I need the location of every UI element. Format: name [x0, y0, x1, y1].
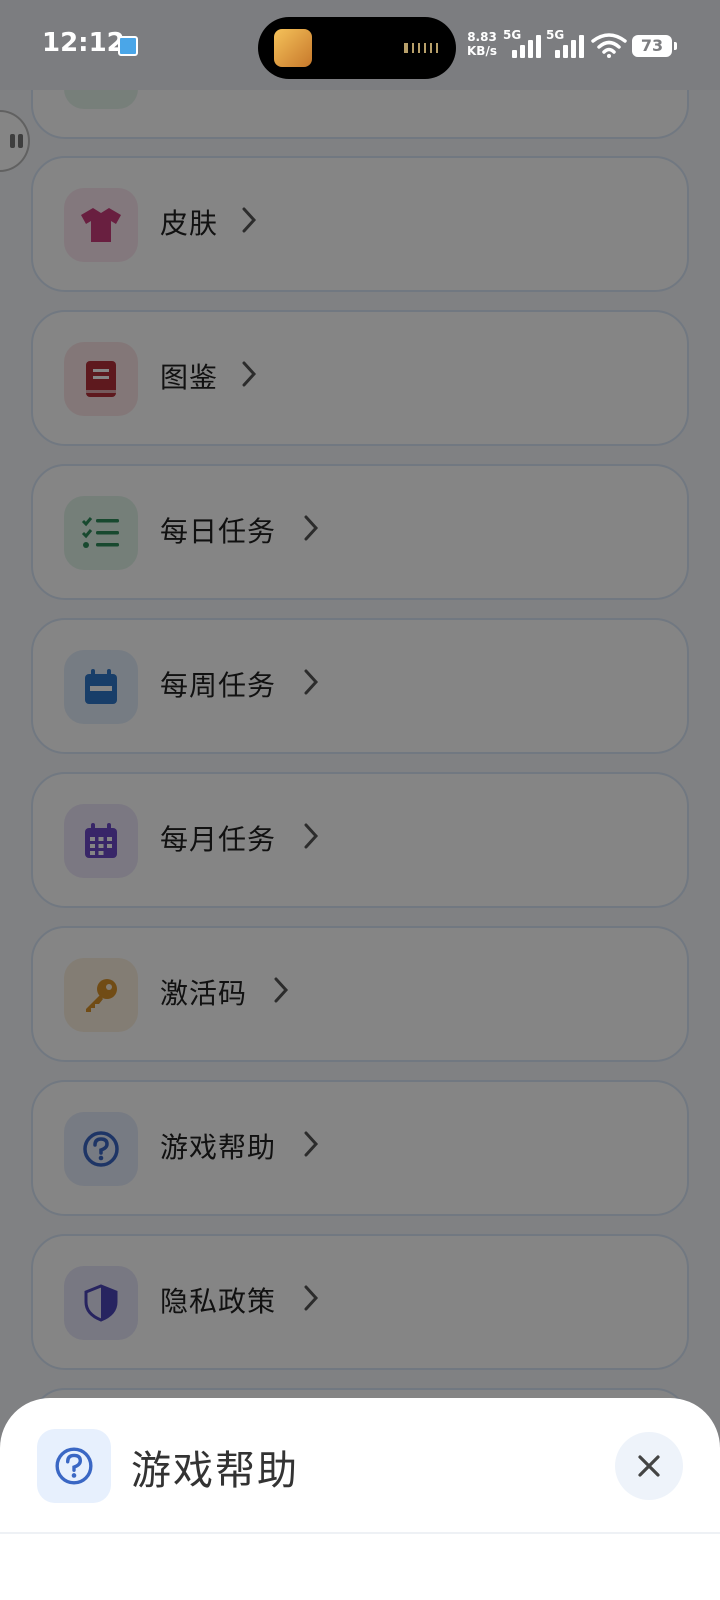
calendar-icon — [64, 650, 138, 724]
battery-indicator: 73 — [632, 35, 677, 57]
chevron-right-icon — [304, 1285, 319, 1311]
sheet-divider — [0, 1532, 720, 1534]
sheet-title: 游戏帮助 — [131, 1448, 299, 1494]
chevron-right-icon — [304, 1131, 319, 1157]
menu-item-activation-code[interactable]: 激活码 — [31, 926, 689, 1062]
menu-item-label: 隐私政策 — [160, 1285, 277, 1318]
menu-item-label: 每日任务 — [160, 515, 277, 548]
status-time: 12:12 — [42, 28, 125, 58]
notification-app-icon — [118, 36, 138, 56]
menu-item-label: 激活码 — [160, 977, 248, 1010]
menu-item-label: 皮肤 — [160, 207, 219, 240]
menu-item-privacy-policy[interactable]: 隐私政策 — [31, 1234, 689, 1370]
menu-item-label: 每月任务 — [160, 823, 277, 856]
status-bar: 12:12 8.83 KB/s 5G 5G 73 — [0, 0, 720, 90]
chevron-right-icon — [304, 669, 319, 695]
checklist-icon — [64, 496, 138, 570]
chevron-right-icon — [304, 823, 319, 849]
shield-icon — [64, 1266, 138, 1340]
menu-item-collection[interactable]: 图鉴 — [31, 310, 689, 446]
chevron-right-icon — [304, 515, 319, 541]
menu-item-daily-tasks[interactable]: 每日任务 — [31, 464, 689, 600]
menu-item-label: 图鉴 — [160, 361, 219, 394]
floating-handle[interactable] — [0, 110, 30, 172]
menu-item-monthly-tasks[interactable]: 每月任务 — [31, 772, 689, 908]
network-speed-value: 8.83 — [467, 30, 497, 44]
wifi-icon — [591, 33, 627, 58]
chevron-right-icon — [242, 361, 257, 387]
help-icon — [37, 1429, 111, 1503]
menu-item-weekly-tasks[interactable]: 每周任务 — [31, 618, 689, 754]
signal-bars-icon — [512, 34, 542, 58]
menu-list: 皮肤 图鉴 每日任务 每周任务 每月任务 激活码 游戏帮助 隐私政策 — [0, 0, 720, 1600]
chevron-right-icon — [242, 207, 257, 233]
close-button[interactable] — [615, 1432, 683, 1500]
signal-bars-icon — [555, 34, 585, 58]
audio-bars-icon — [404, 43, 438, 53]
help-icon — [64, 1112, 138, 1186]
menu-item-label: 每周任务 — [160, 669, 277, 702]
key-icon — [64, 958, 138, 1032]
calendar-grid-icon — [64, 804, 138, 878]
menu-item-game-help[interactable]: 游戏帮助 — [31, 1080, 689, 1216]
menu-item-skin[interactable]: 皮肤 — [31, 156, 689, 292]
bottom-sheet: 游戏帮助 — [0, 1398, 720, 1600]
tshirt-icon — [64, 188, 138, 262]
dynamic-island[interactable] — [258, 17, 456, 79]
book-icon — [64, 342, 138, 416]
close-icon — [638, 1455, 660, 1477]
menu-item-label: 游戏帮助 — [160, 1131, 277, 1164]
network-speed: 8.83 KB/s — [467, 30, 497, 58]
chevron-right-icon — [274, 977, 289, 1003]
network-speed-unit: KB/s — [467, 44, 497, 58]
game-app-icon — [274, 29, 312, 67]
